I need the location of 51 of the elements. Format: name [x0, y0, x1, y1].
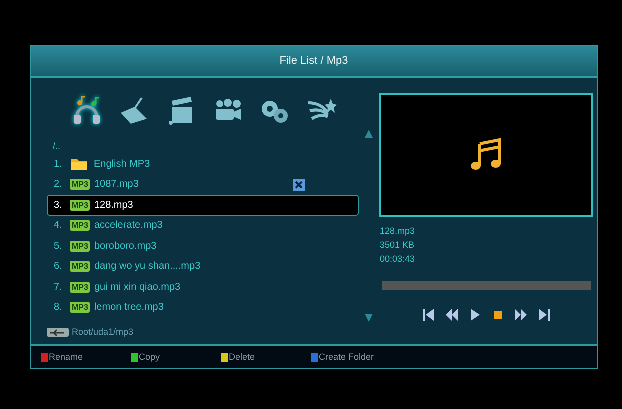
rewind-icon[interactable]: [444, 308, 458, 322]
file-type-badge: MP3: [70, 240, 90, 252]
key-label: Rename: [49, 352, 84, 362]
item-number: 7.: [54, 282, 64, 293]
key-label: Create Folder: [319, 352, 374, 362]
file-item[interactable]: 2. MP3 1087.mp3: [47, 174, 359, 195]
file-name: lemon tree.mp3: [94, 302, 164, 314]
file-name: English MP3: [94, 158, 150, 170]
music-note-icon: [470, 138, 502, 172]
scroll-down-icon[interactable]: [365, 314, 373, 322]
headphones-icon[interactable]: [71, 95, 103, 127]
file-type-badge: MP3: [70, 302, 90, 314]
key-label: Copy: [139, 352, 160, 362]
item-number: 5.: [54, 240, 64, 252]
item-number: 8.: [54, 302, 64, 314]
file-name: boroboro.mp3: [94, 240, 157, 252]
file-type-badge: MP3: [70, 220, 90, 232]
key-label: Delete: [229, 352, 256, 362]
scroll-up-icon[interactable]: [365, 130, 373, 138]
file-name: 128.mp3: [94, 200, 134, 211]
file-item[interactable]: 3. MP3 128.mp3: [47, 195, 359, 216]
file-name: 128.mp3: [380, 225, 416, 238]
file-type-badge: MP3: [70, 261, 90, 272]
fast-forward-icon[interactable]: [514, 308, 528, 322]
path-label: Root/uda1/mp3: [72, 327, 134, 337]
file-item[interactable]: 6. MP3 dang wo yu shan....mp3: [47, 256, 359, 277]
file-item[interactable]: 4. MP3 accelerate.mp3: [47, 216, 359, 236]
duration: 00:03:43: [380, 253, 416, 266]
item-number: 6.: [54, 261, 64, 272]
file-name: dang wo yu shan....mp3: [94, 261, 201, 272]
item-number: 3.: [54, 200, 64, 211]
file-type-badge: MP3: [70, 282, 90, 293]
file-item[interactable]: 7. MP3 gui mi xin qiao.mp3: [47, 277, 359, 298]
item-number: 2.: [54, 179, 64, 190]
item-number: 1.: [54, 158, 64, 170]
file-name: accelerate.mp3: [94, 220, 163, 232]
window-title: File List / Mp3: [31, 46, 597, 78]
marked-checkbox-icon[interactable]: [292, 178, 305, 191]
folder-icon: [70, 157, 88, 172]
file-item[interactable]: 5. MP3 boroboro.mp3: [47, 236, 359, 256]
file-item[interactable]: 1. English MP3: [47, 154, 359, 174]
item-number: 4.: [54, 220, 64, 232]
file-size: 3501 KB: [380, 239, 416, 252]
skip-forward-icon[interactable]: [536, 308, 550, 322]
file-type-badge: MP3: [70, 179, 90, 190]
parent-folder-item[interactable]: /..: [47, 138, 61, 154]
file-name: gui mi xin qiao.mp3: [94, 282, 181, 293]
skip-back-icon[interactable]: [422, 308, 436, 322]
file-type-badge: MP3: [70, 200, 90, 211]
file-item[interactable]: 8. MP3 lemon tree.mp3: [47, 298, 359, 318]
file-name: 1087.mp3: [94, 179, 139, 190]
